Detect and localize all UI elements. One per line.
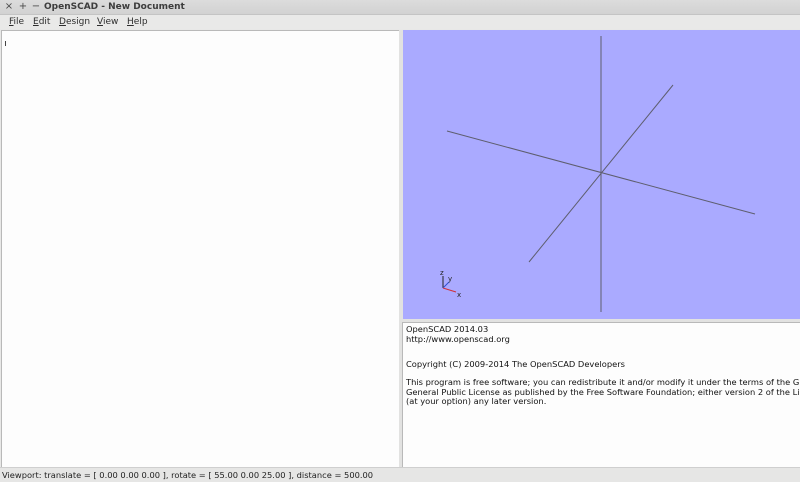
menu-view-label: iew bbox=[102, 17, 119, 27]
orientation-y-label: y bbox=[448, 275, 452, 283]
menu-design-label: esign bbox=[65, 17, 91, 27]
menu-edit[interactable]: Edit bbox=[32, 16, 51, 28]
menu-design[interactable]: Design bbox=[58, 16, 91, 28]
console-line: http://www.openscad.org bbox=[406, 333, 510, 344]
close-icon[interactable]: × bbox=[4, 1, 14, 12]
orientation-x-line bbox=[442, 287, 457, 293]
menu-view[interactable]: View bbox=[96, 16, 119, 28]
menu-help-mnemonic: H bbox=[127, 17, 134, 27]
console-line: Copyright (C) 2009-2014 The OpenSCAD Dev… bbox=[406, 359, 625, 369]
menu-file[interactable]: File bbox=[8, 16, 25, 28]
menu-file-label: ile bbox=[13, 17, 25, 27]
code-editor[interactable] bbox=[1, 30, 400, 468]
maximize-icon[interactable]: + bbox=[18, 1, 28, 12]
minimize-icon[interactable]: − bbox=[31, 1, 41, 12]
menu-design-mnemonic: D bbox=[59, 17, 66, 27]
status-bar: Viewport: translate = [ 0.00 0.00 0.00 ]… bbox=[0, 467, 800, 482]
menu-help-label: elp bbox=[133, 17, 148, 27]
menu-edit-label: dit bbox=[38, 17, 51, 27]
menu-bar: File Edit Design View Help bbox=[0, 15, 800, 29]
menu-help[interactable]: Help bbox=[126, 16, 149, 28]
viewport-status-text: Viewport: translate = [ 0.00 0.00 0.00 ]… bbox=[2, 470, 374, 480]
axis-orientation-indicator: z y x bbox=[440, 269, 461, 299]
application-window: × + − OpenSCAD - New Document File Edit … bbox=[0, 0, 800, 482]
3d-viewport[interactable]: z y x bbox=[403, 30, 800, 319]
viewport-canvas: z y x bbox=[440, 36, 756, 312]
console-line: (at your option) any later version. bbox=[406, 396, 547, 406]
text-cursor bbox=[5, 41, 6, 46]
orientation-z-label: z bbox=[440, 269, 444, 277]
console-output[interactable]: OpenSCAD 2014.03 http://www.openscad.org… bbox=[402, 322, 800, 468]
orientation-x-label: x bbox=[457, 291, 461, 299]
window-title: OpenSCAD - New Document bbox=[44, 2, 185, 12]
title-bar[interactable]: × + − OpenSCAD - New Document bbox=[0, 0, 800, 15]
